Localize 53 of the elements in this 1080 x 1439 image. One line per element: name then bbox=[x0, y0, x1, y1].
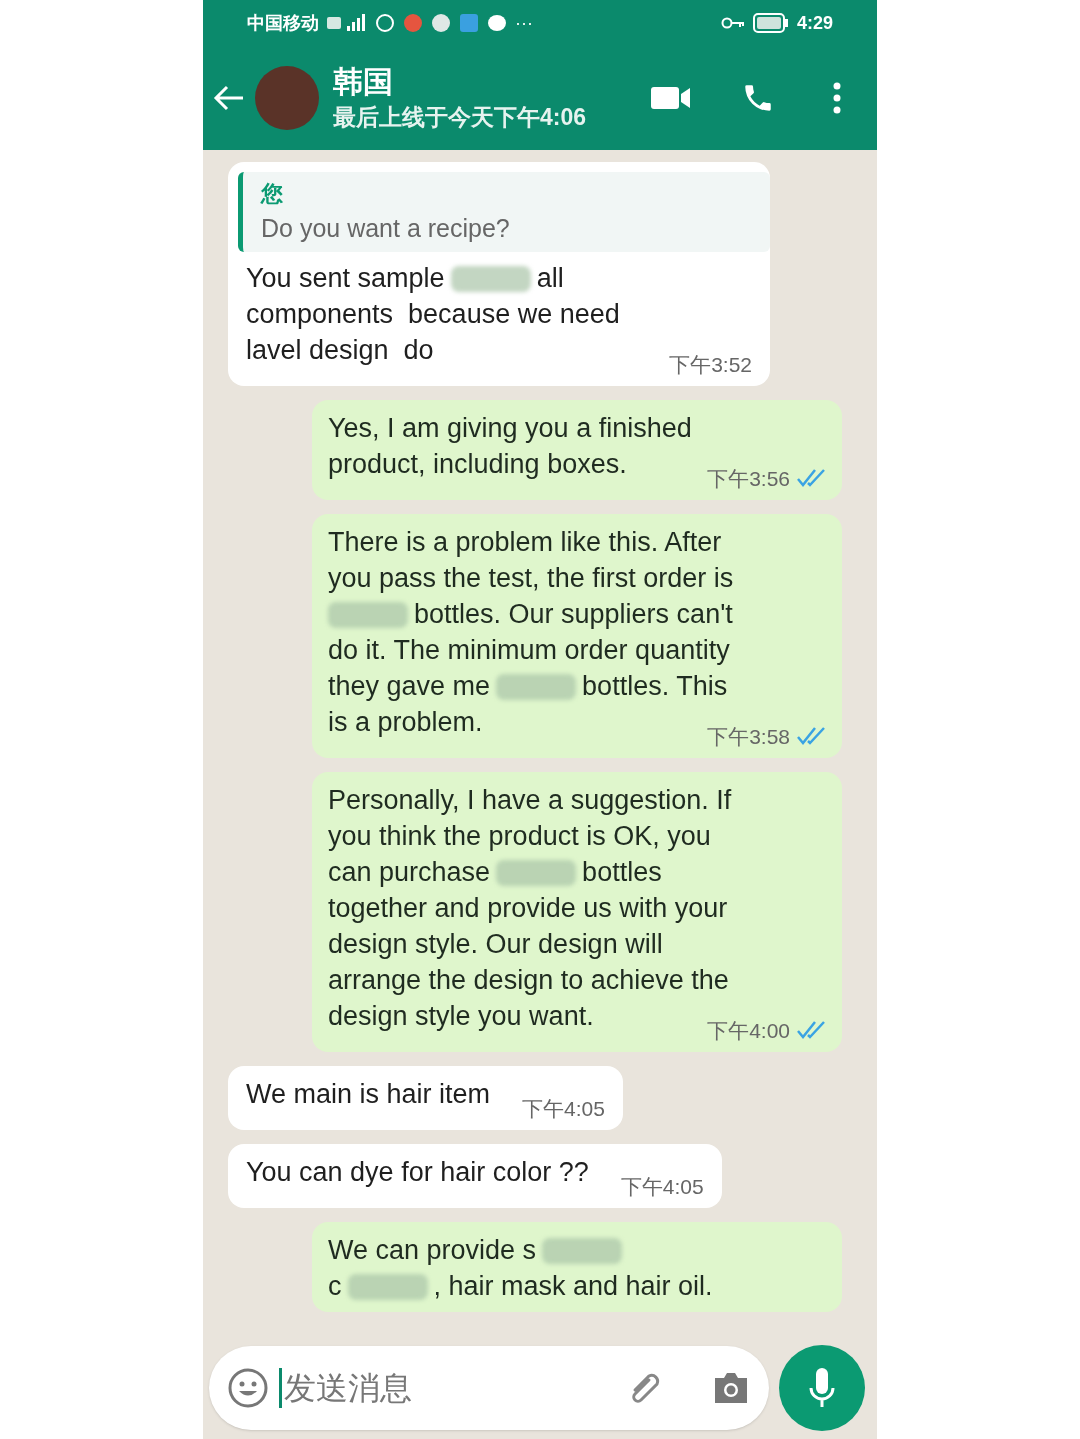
message-text: , hair mask and hair oil. bbox=[433, 1270, 713, 1303]
message-time: 下午4:05 bbox=[522, 1096, 605, 1122]
message-text: You can dye for hair color ?? bbox=[246, 1156, 589, 1189]
chat-bubble-icon bbox=[487, 14, 507, 32]
message-text: lavel design do bbox=[246, 334, 434, 367]
message-text: do it. The minimum order quantity bbox=[328, 634, 730, 667]
message-time: 下午4:00 bbox=[707, 1018, 790, 1044]
message-text: You sent sample bbox=[246, 262, 445, 295]
battery-icon bbox=[752, 13, 789, 33]
message-text: c bbox=[328, 1270, 342, 1303]
quoted-message[interactable]: 您 Do you want a recipe? bbox=[238, 172, 770, 252]
message-text: together and provide us with your bbox=[328, 892, 728, 925]
message-text: is a problem. bbox=[328, 706, 483, 739]
message-text: can purchase bbox=[328, 856, 491, 889]
message-text: you think the product is OK, you bbox=[328, 820, 711, 853]
message-text: arrange the design to achieve the bbox=[328, 964, 729, 997]
message-text: bottles. Our suppliers can't bbox=[414, 598, 733, 631]
quote-author: 您 bbox=[261, 180, 283, 208]
message-text: We can provide s bbox=[328, 1234, 537, 1267]
more-notifications: ··· bbox=[515, 11, 533, 35]
message-text: product, including boxes. bbox=[328, 448, 627, 481]
quote-text: Do you want a recipe? bbox=[261, 213, 510, 244]
ring-icon bbox=[375, 13, 395, 33]
app-icon bbox=[459, 13, 479, 33]
message-time: 下午3:56 bbox=[707, 466, 790, 492]
message-time: 下午3:58 bbox=[707, 724, 790, 750]
signal-icon bbox=[327, 14, 367, 32]
message-text: We main is hair item bbox=[246, 1078, 491, 1111]
message-input[interactable]: 发送消息 bbox=[284, 1364, 604, 1412]
message-text: design style you want. bbox=[328, 1000, 594, 1033]
app-icon bbox=[403, 13, 423, 33]
message-text: you pass the test, the first order is bbox=[328, 562, 734, 595]
clock: 4:29 bbox=[796, 11, 833, 35]
message-time: 下午4:05 bbox=[620, 1174, 704, 1200]
app-icon bbox=[431, 13, 451, 33]
menu-button[interactable] bbox=[831, 80, 843, 116]
message-text: Personally, I have a suggestion. If bbox=[328, 784, 732, 817]
emoji-icon[interactable] bbox=[227, 1367, 269, 1409]
message-text: they gave me bbox=[328, 670, 491, 703]
message-text: design style. Our design will bbox=[328, 928, 663, 961]
message-text: Yes, I am giving you a finished bbox=[328, 412, 692, 445]
last-seen-status: 最后上线于今天下午4:06 bbox=[333, 103, 588, 132]
message-time: 下午3:52 bbox=[669, 352, 752, 378]
message-text: There is a problem like this. After bbox=[328, 526, 722, 559]
carrier-name: 中国移动 bbox=[247, 11, 319, 35]
contact-name: 韩国 bbox=[333, 64, 394, 100]
message-text: bottles. This bbox=[582, 670, 728, 703]
message-text: components because we need bbox=[246, 298, 620, 331]
message-text: bottles bbox=[582, 856, 662, 889]
message-input-bar[interactable]: 发送消息 bbox=[209, 1346, 769, 1430]
message-text: all bbox=[536, 262, 564, 295]
microphone-icon bbox=[809, 1368, 835, 1408]
key-icon bbox=[720, 16, 745, 30]
